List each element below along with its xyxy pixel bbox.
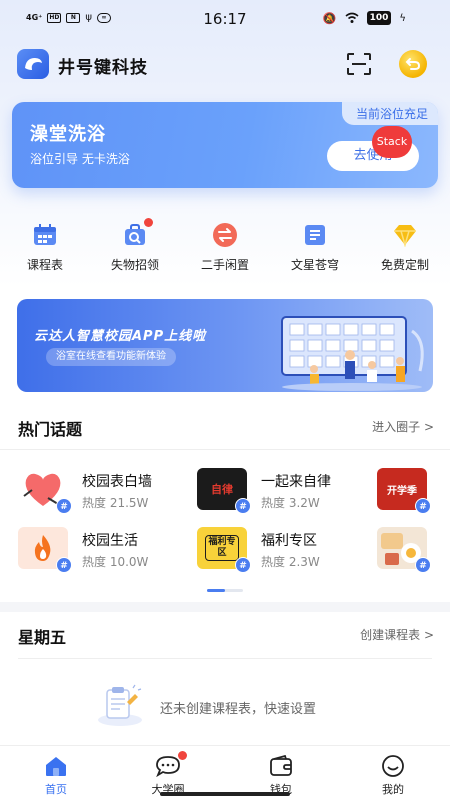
- bath-status-tag: 当前浴位充足: [341, 102, 438, 125]
- menu-item-custom[interactable]: 免费定制: [360, 222, 450, 273]
- coin-button[interactable]: [399, 50, 427, 78]
- menu-item-lost-found[interactable]: 失物招领: [90, 218, 180, 273]
- flame-icon: [34, 535, 51, 561]
- banner-subtitle: 浴室在线查看功能新体验: [46, 348, 176, 366]
- banner-title: 云达人智慧校园APP上线啦: [34, 329, 207, 344]
- scroll-indicator: [207, 589, 243, 592]
- tab-home[interactable]: 首页: [16, 754, 96, 797]
- topic-item[interactable]: #: [377, 527, 437, 577]
- tab-label: 我的: [382, 783, 404, 796]
- hot-topics-title: 热门话题: [18, 420, 83, 439]
- menu-item-schedule[interactable]: 课程表: [0, 222, 90, 273]
- menu-label: 课程表: [26, 258, 63, 272]
- notification-dot: [178, 751, 187, 760]
- menu-label: 免费定制: [380, 258, 429, 272]
- chat-bubble-icon: [155, 751, 187, 778]
- hashtag-icon: #: [235, 498, 251, 514]
- topic-item[interactable]: # 校园生活 热度 10.0W: [18, 527, 188, 577]
- notification-dot: [144, 218, 153, 227]
- app-logo: [17, 49, 49, 79]
- thumb-text: 自律: [211, 483, 233, 496]
- exchange-icon: [211, 222, 239, 248]
- enter-circle-link[interactable]: 进入圈子 >: [372, 418, 434, 435]
- topic-name: 校园生活: [82, 533, 138, 549]
- hashtag-icon: #: [235, 557, 251, 573]
- create-schedule-link[interactable]: 创建课程表 >: [360, 626, 434, 643]
- document-icon: [301, 222, 329, 248]
- tab-university-circle[interactable]: 大学圈: [128, 751, 208, 797]
- wifi-icon: [345, 12, 359, 23]
- topic-item[interactable]: # 校园表白墙 热度 21.5W: [18, 468, 188, 518]
- battery-indicator: 100: [366, 11, 392, 25]
- tab-wallet[interactable]: 钱包: [241, 754, 321, 797]
- banner-illustration: [281, 316, 424, 391]
- weekday-title: 星期五: [18, 628, 67, 647]
- thumb-text: 开学季: [387, 485, 417, 497]
- menu-item-wenxing[interactable]: 文星苍穹: [270, 222, 360, 273]
- topic-name: 校园表白墙: [82, 474, 152, 490]
- scan-icon: [347, 53, 371, 75]
- schedule-section: 星期五 创建课程表 > 还未创建课程表，快速设置: [0, 612, 450, 745]
- home-icon: [43, 754, 69, 778]
- topic-heat: 热度 2.3W: [261, 555, 320, 569]
- quick-menu: 课程表 失物招领 二手闲置 文星苍穹 免费定制: [0, 218, 450, 274]
- status-bar: 4G⁺ HD N ψ ∞ 16:17 🔕 100 ϟ: [0, 0, 450, 40]
- empty-schedule-text: 还未创建课程表，快速设置: [160, 702, 317, 717]
- menu-label: 失物招领: [110, 258, 159, 272]
- empty-schedule-icon: [98, 684, 142, 726]
- home-indicator: [160, 792, 290, 796]
- hashtag-icon: #: [415, 498, 431, 514]
- tab-mine[interactable]: 我的: [353, 754, 433, 797]
- scan-button[interactable]: [346, 52, 372, 76]
- divider: [18, 658, 432, 659]
- mute-icon: 🔕: [322, 11, 337, 25]
- tab-label: 首页: [45, 783, 67, 796]
- topic-heat: 热度 10.0W: [82, 555, 149, 569]
- divider: [0, 449, 450, 450]
- bath-title: 澡堂洗浴: [30, 124, 106, 145]
- charging-icon: ϟ: [399, 12, 406, 24]
- hashtag-icon: #: [56, 498, 72, 514]
- lost-found-icon: [121, 218, 153, 248]
- status-right: 🔕 100 ϟ: [323, 11, 406, 25]
- bath-subtitle: 浴位引导 无卡洗浴: [30, 152, 130, 166]
- topic-item[interactable]: 自律 # 一起来自律 热度 3.2W: [197, 468, 367, 518]
- hot-topics-section: 热门话题 进入圈子 > # 校园表白墙 热度 21.5W 自律 # 一起来自律 …: [0, 404, 450, 602]
- promo-banner[interactable]: 云达人智慧校园APP上线啦 浴室在线查看功能新体验: [17, 299, 433, 392]
- smiley-icon: [380, 754, 406, 778]
- dolphin-icon: [25, 58, 42, 70]
- menu-label: 二手闲置: [200, 258, 249, 272]
- return-icon: [405, 58, 421, 70]
- wallet-icon: [268, 754, 294, 778]
- menu-item-secondhand[interactable]: 二手闲置: [180, 222, 270, 273]
- stack-badge[interactable]: Stack: [372, 126, 412, 158]
- topic-name: 一起来自律: [261, 474, 331, 490]
- topic-name: 福利专区: [261, 533, 317, 549]
- app-name: 井号键科技: [58, 58, 148, 78]
- diamond-icon: [391, 222, 419, 248]
- topic-heat: 热度 21.5W: [82, 496, 149, 510]
- topic-heat: 热度 3.2W: [261, 496, 320, 510]
- hashtag-icon: #: [56, 557, 72, 573]
- bottom-tab-bar: 首页 大学圈 钱包 我的: [0, 745, 450, 800]
- menu-label: 文星苍穹: [290, 258, 339, 272]
- thumb-text: 福利专区: [205, 535, 239, 561]
- calendar-icon: [31, 222, 59, 248]
- topic-item[interactable]: 开学季 #: [377, 468, 437, 518]
- topic-item[interactable]: 福利专区 # 福利专区 热度 2.3W: [197, 527, 367, 577]
- hashtag-icon: #: [415, 557, 431, 573]
